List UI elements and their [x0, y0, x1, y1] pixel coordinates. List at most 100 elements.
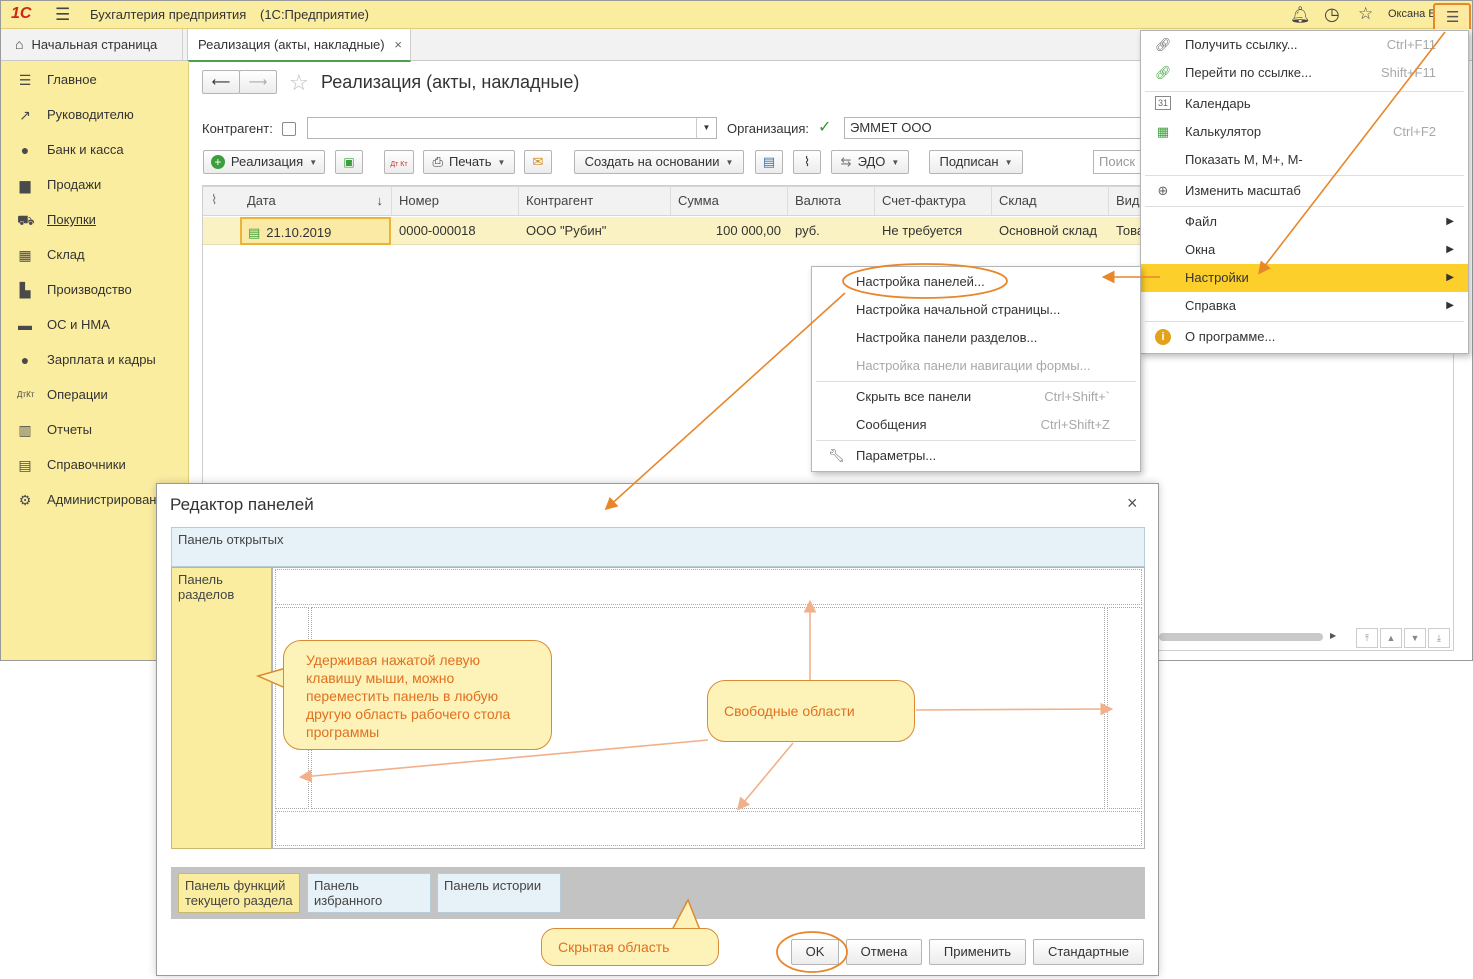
sidebar-item-purchases[interactable]: ⛟ Покупки — [1, 202, 189, 237]
chevron-down-icon: ▼ — [497, 157, 506, 167]
menu-item-label: Настройки — [1185, 270, 1249, 285]
callout-hidden-area: Скрытая область — [541, 928, 719, 966]
menu-lines-icon: ☰ — [1446, 9, 1460, 26]
tab-sales-document[interactable]: Реализация (акты, накладные) × — [187, 29, 411, 62]
signed-button[interactable]: Подписан ▼ — [929, 150, 1023, 174]
history-panel[interactable]: Панель истории — [437, 873, 561, 913]
dt-kt-icon: ДтКт — [17, 390, 35, 399]
sidebar-item-sales[interactable]: ▆ Продажи — [1, 167, 189, 202]
sections-panel[interactable]: Панель разделов — [171, 567, 272, 849]
submenu-item-messages[interactable]: Сообщения Ctrl+Shift+Z — [812, 411, 1140, 439]
menu-item-goto-link[interactable]: 🔗︎ Перейти по ссылке... Shift+F11 — [1141, 59, 1468, 87]
nav-prev-button[interactable]: ▲ — [1380, 628, 1402, 648]
edo-button[interactable]: ⇆ ЭДО ▼ — [831, 150, 909, 174]
menu-item-show-m[interactable]: Показать M, M+, M- — [1141, 146, 1468, 174]
kontragent-checkbox[interactable] — [282, 122, 296, 136]
title-bar: 1С ☰ Бухгалтерия предприятия (1С:Предпри… — [1, 1, 1472, 33]
submenu-item-hide-panels[interactable]: Скрыть все панели Ctrl+Shift+` — [812, 383, 1140, 411]
menu-separator — [816, 440, 1136, 441]
forward-button[interactable]: ⟶ — [239, 70, 277, 94]
submenu-item-sections-panel[interactable]: Настройка панели разделов... — [812, 324, 1140, 352]
email-button[interactable]: ✉ — [524, 150, 552, 174]
attach-button[interactable]: ⌇ — [793, 150, 821, 174]
nav-last-button[interactable]: ⤓ — [1428, 628, 1450, 648]
sidebar-item-production[interactable]: ▙ Производство — [1, 272, 189, 307]
ok-button[interactable]: OK — [791, 939, 839, 965]
menu-item-file[interactable]: Файл ▶ — [1141, 208, 1468, 236]
user-name[interactable]: Оксана Б — [1388, 8, 1436, 20]
post-doc-button[interactable]: ▣ — [335, 150, 363, 174]
nav-next-button[interactable]: ▼ — [1404, 628, 1426, 648]
standard-button[interactable]: Стандартные — [1033, 939, 1144, 965]
close-icon[interactable]: × — [394, 29, 402, 60]
submenu-item-home-page[interactable]: Настройка начальной страницы... — [812, 296, 1140, 324]
structure-button[interactable]: ▤ — [755, 150, 783, 174]
main-menu: 🔗︎ Получить ссылку... Ctrl+F11 🔗︎ Перейти п… — [1140, 30, 1469, 354]
home-icon: ⌂ — [15, 36, 24, 52]
menu-item-windows[interactable]: Окна ▶ — [1141, 236, 1468, 264]
sidebar-item-operations[interactable]: ДтКт Операции — [1, 377, 189, 412]
favorite-star-icon[interactable]: ☆ — [289, 70, 309, 96]
favorites-panel-label: Панель избранного — [314, 878, 383, 908]
free-area-bottom[interactable] — [275, 811, 1142, 846]
free-area-right[interactable] — [1107, 607, 1142, 809]
menu-item-about[interactable]: i О программе... — [1141, 323, 1468, 351]
tab-home-page[interactable]: ⌂ Начальная страница — [5, 29, 183, 61]
menu-item-label: Справка — [1185, 298, 1236, 313]
history-panel-label: Панель истории — [444, 878, 542, 893]
menu-item-settings[interactable]: Настройки ▶ — [1141, 264, 1468, 292]
chevron-right-icon: ▶ — [1446, 216, 1454, 227]
dropdown-arrow-icon[interactable]: ▼ — [696, 118, 716, 138]
menu-item-calendar[interactable]: 31 Календарь — [1141, 90, 1468, 118]
scroll-right-icon[interactable]: ▶ — [1330, 631, 1336, 640]
structure-icon: ▤ — [762, 154, 776, 169]
sidebar-item-manager[interactable]: ↗ Руководителю — [1, 97, 189, 132]
sidebar-item-warehouse[interactable]: ▦ Склад — [1, 237, 189, 272]
calendar-icon: 31 — [1155, 96, 1171, 110]
window-title: Бухгалтерия предприятия — [90, 7, 247, 22]
apply-button[interactable]: Применить — [929, 939, 1026, 965]
sidebar-item-reports[interactable]: ▥ Отчеты — [1, 412, 189, 447]
wrench-icon: 🔧︎ — [828, 448, 845, 463]
callout-free-text: Свободные области — [724, 703, 855, 719]
nav-first-button[interactable]: ⤒ — [1356, 628, 1378, 648]
history-icon[interactable]: ◷ — [1324, 4, 1340, 25]
menu-item-zoom[interactable]: ⊕ Изменить масштаб — [1141, 177, 1468, 205]
functions-panel[interactable]: Панель функций текущего раздела — [178, 873, 300, 913]
menu-item-help[interactable]: Справка ▶ — [1141, 292, 1468, 320]
print-button[interactable]: ⎙ Печать ▼ — [423, 150, 515, 174]
star-icon[interactable]: ☆ — [1358, 4, 1373, 24]
open-panel-label: Панель открытых — [178, 532, 284, 547]
free-area-top[interactable] — [275, 569, 1142, 605]
kontragent-field[interactable] — [307, 117, 717, 139]
sidebar-item-catalogs[interactable]: ▤ Справочники — [1, 447, 189, 482]
org-checkbox[interactable]: ✓ — [818, 120, 834, 136]
sidebar-item-assets[interactable]: ▬ ОС и НМА — [1, 307, 189, 342]
org-field[interactable]: ЭММЕТ ООО — [844, 117, 1144, 139]
menu-item-calculator[interactable]: ▦ Калькулятор Ctrl+F2 — [1141, 118, 1468, 146]
back-button[interactable]: ⟵ — [202, 70, 240, 94]
menu-item-get-link[interactable]: 🔗︎ Получить ссылку... Ctrl+F11 — [1141, 31, 1468, 59]
create-sale-button[interactable]: + Реализация ▼ — [203, 150, 325, 174]
sidebar-item-main[interactable]: ☰ Главное — [1, 62, 189, 97]
create-based-button[interactable]: Создать на основании ▼ — [574, 150, 744, 174]
favorites-panel[interactable]: Панель избранного — [307, 873, 431, 913]
horizontal-scrollbar[interactable] — [1159, 633, 1323, 641]
form-title: Реализация (акты, накладные) — [321, 72, 580, 92]
open-panel[interactable]: Панель открытых — [171, 527, 1145, 567]
sidebar-item-bank[interactable]: ● Банк и касса — [1, 132, 189, 167]
chevron-right-icon: ▶ — [1446, 300, 1454, 311]
menu-item-label: Файл — [1185, 214, 1217, 229]
submenu-item-panels[interactable]: Настройка панелей... — [812, 268, 1140, 296]
bell-icon[interactable]: 🔔︎ — [1290, 5, 1310, 25]
dt-kt-button[interactable]: Дт Кт — [384, 150, 414, 174]
settings-submenu: Настройка панелей... Настройка начальной… — [811, 266, 1141, 472]
dialog-close-icon[interactable]: × — [1127, 493, 1138, 514]
window-subtitle: (1С:Предприятие) — [260, 7, 370, 22]
truck-icon: ▬ — [18, 317, 32, 333]
sidebar-item-salary[interactable]: ● Зарплата и кадры — [1, 342, 189, 377]
hamburger-icon[interactable]: ☰ — [55, 5, 70, 25]
app-logo[interactable]: 1С — [11, 5, 31, 23]
submenu-item-parameters[interactable]: 🔧︎ Параметры... — [812, 442, 1140, 470]
cancel-button[interactable]: Отмена — [846, 939, 922, 965]
